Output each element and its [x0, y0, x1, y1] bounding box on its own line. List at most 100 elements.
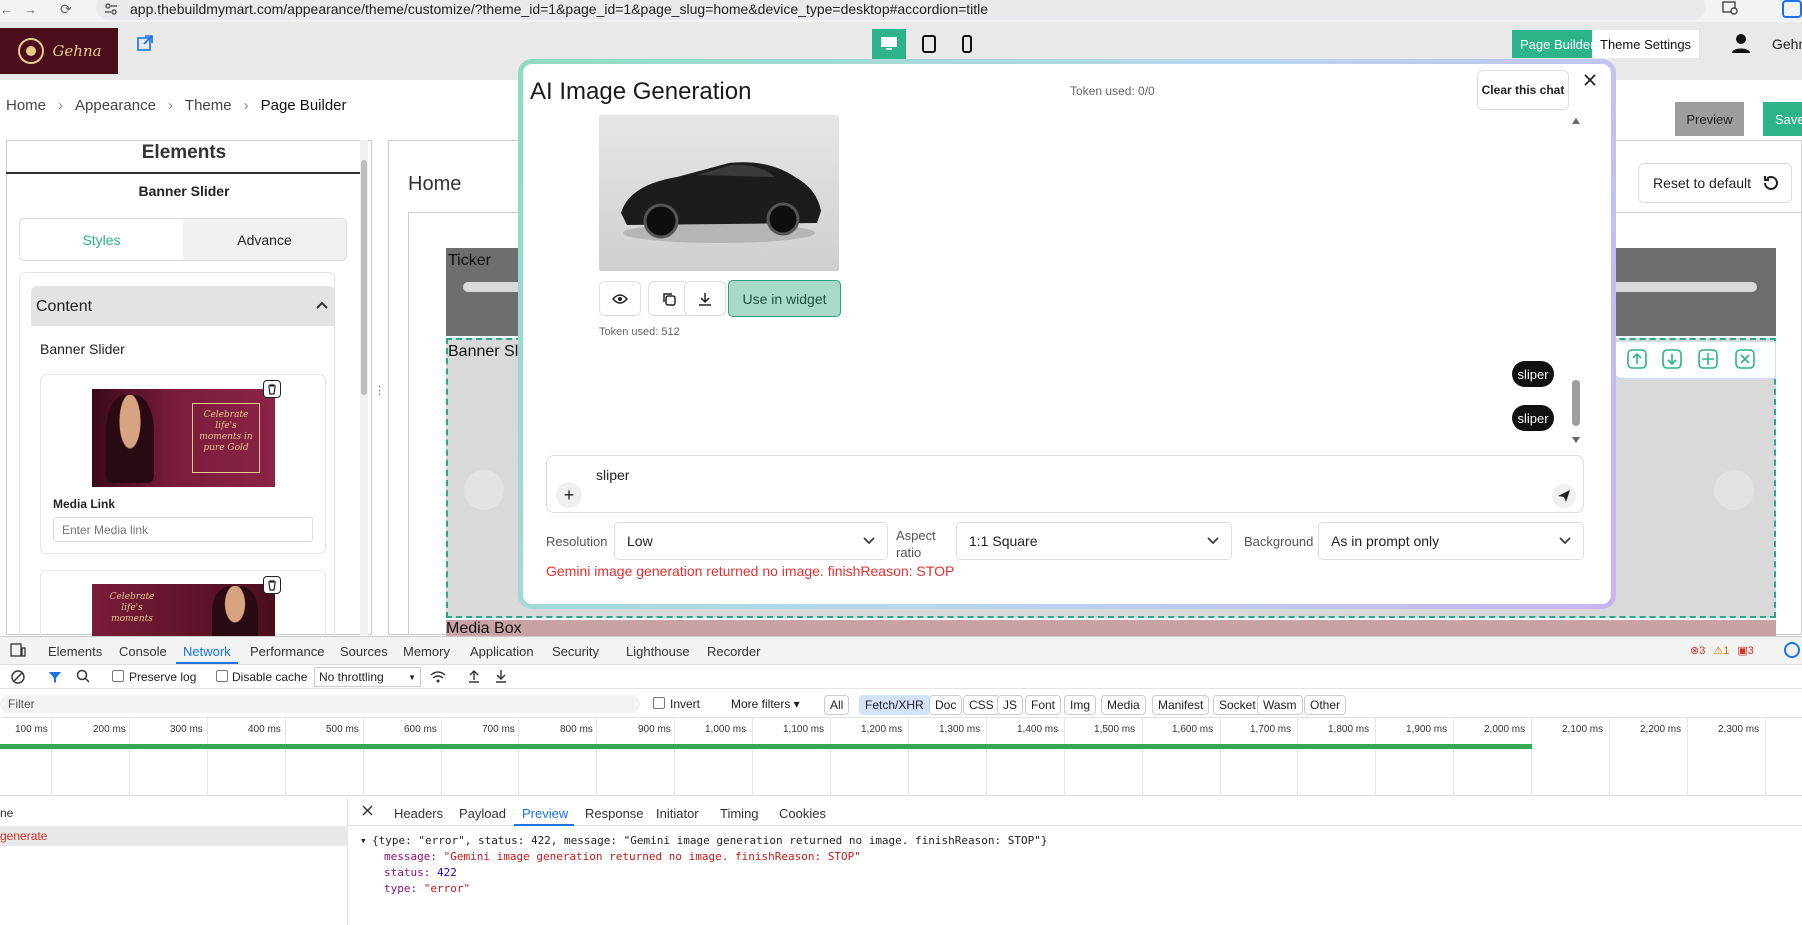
url-text[interactable]: app.thebuildmymart.com/appearance/theme/… — [130, 1, 988, 17]
prompt-input-text[interactable]: sliper — [596, 467, 629, 483]
network-conditions-icon[interactable] — [430, 670, 446, 684]
devtools-tab-elements[interactable]: Elements — [48, 644, 102, 659]
filter-chip-js[interactable]: JS — [997, 695, 1024, 715]
slider-prev-button[interactable] — [464, 470, 504, 510]
response-tab-headers[interactable]: Headers — [394, 806, 443, 821]
chat-scrollbar-thumb[interactable] — [1572, 380, 1580, 426]
view-image-button[interactable] — [599, 281, 641, 316]
export-har-icon[interactable] — [495, 669, 507, 683]
invert-checkbox[interactable] — [653, 697, 665, 709]
search-icon[interactable] — [76, 669, 90, 683]
filter-chip-manifest[interactable]: Manifest — [1152, 695, 1210, 715]
response-tab-payload[interactable]: Payload — [459, 806, 506, 821]
filter-chip-font[interactable]: Font — [1025, 695, 1062, 715]
filter-chip-img[interactable]: Img — [1064, 695, 1097, 715]
response-tab-timing[interactable]: Timing — [720, 806, 759, 821]
filter-chip-doc[interactable]: Doc — [929, 695, 963, 715]
clear-log-icon[interactable] — [11, 670, 25, 684]
generated-image[interactable] — [599, 115, 839, 271]
more-filters-button[interactable]: More filters ▾ — [731, 697, 800, 711]
devtools-tab-security[interactable]: Security — [552, 644, 599, 659]
reload-icon[interactable]: ⟳ — [60, 1, 72, 18]
site-info-icon[interactable] — [104, 2, 118, 16]
devtools-tab-recorder[interactable]: Recorder — [707, 644, 760, 659]
devtools-tab-memory[interactable]: Memory — [403, 644, 450, 659]
devtools-tab-console[interactable]: Console — [119, 644, 167, 659]
resolution-select[interactable]: Low — [614, 522, 888, 560]
devtools-tab-performance[interactable]: Performance — [250, 644, 324, 659]
throttling-select[interactable]: No throttling ▼ — [314, 667, 421, 687]
page-builder-button[interactable]: Page Builder — [1512, 30, 1603, 58]
chevron-up-icon[interactable] — [316, 300, 328, 310]
reset-default-button[interactable]: Reset to default — [1638, 163, 1792, 203]
back-icon[interactable]: ← — [0, 2, 13, 17]
attach-plus-icon[interactable]: + — [556, 482, 582, 508]
screen-search-icon[interactable] — [1722, 1, 1740, 17]
use-in-widget-button[interactable]: Use in widget — [728, 280, 841, 317]
breadcrumb-home[interactable]: Home — [6, 97, 46, 114]
filter-chip-all[interactable]: All — [824, 695, 850, 715]
devtools-tab-sources[interactable]: Sources — [340, 644, 388, 659]
breadcrumb-theme[interactable]: Theme — [185, 97, 232, 114]
close-icon[interactable] — [1582, 72, 1598, 88]
user-icon[interactable] — [1730, 32, 1752, 54]
breadcrumb-appearance[interactable]: Appearance — [75, 97, 156, 114]
filter-chip-media[interactable]: Media — [1101, 695, 1146, 715]
profile-icon[interactable] — [1782, 0, 1802, 18]
import-har-icon[interactable] — [468, 669, 480, 683]
devtools-tab-lighthouse[interactable]: Lighthouse — [626, 644, 690, 659]
devtools-tab-network[interactable]: Network — [183, 644, 231, 659]
response-tab-response[interactable]: Response — [585, 806, 644, 821]
filter-chip-socket[interactable]: Socket — [1213, 695, 1262, 715]
move-up-icon[interactable] — [1627, 349, 1647, 369]
device-toolbar-icon[interactable] — [10, 643, 26, 657]
filter-funnel-icon[interactable] — [48, 670, 62, 684]
settings-icon[interactable] — [1784, 642, 1800, 658]
mobile-device-button[interactable] — [950, 29, 984, 59]
preview-summary[interactable]: {type: "error", status: 422, message: "G… — [372, 834, 1048, 847]
scroll-up-icon[interactable] — [1571, 117, 1581, 125]
filter-input[interactable] — [0, 695, 640, 713]
tab-styles[interactable]: Styles — [20, 219, 183, 260]
background-select[interactable]: As in prompt only — [1318, 522, 1584, 560]
remove-widget-icon[interactable] — [1735, 349, 1755, 369]
aspect-ratio-select[interactable]: 1:1 Square — [956, 522, 1232, 560]
devtools-tab-application[interactable]: Application — [470, 644, 534, 659]
save-button[interactable]: Save — [1763, 102, 1802, 136]
theme-settings-button[interactable]: Theme Settings — [1592, 30, 1700, 58]
brand-logo[interactable]: Gehna — [0, 28, 118, 74]
external-link-icon[interactable] — [136, 34, 154, 52]
tab-advance[interactable]: Advance — [183, 219, 346, 260]
user-name[interactable]: Gehn — [1772, 36, 1802, 52]
request-name[interactable]: generate — [0, 829, 47, 843]
preserve-log-checkbox[interactable] — [112, 670, 124, 682]
slider-next-button[interactable] — [1714, 470, 1754, 510]
move-down-icon[interactable] — [1662, 349, 1682, 369]
scroll-down-icon[interactable] — [1571, 436, 1581, 444]
response-tab-initiator[interactable]: Initiator — [656, 806, 699, 821]
forward-icon[interactable]: → — [24, 2, 37, 17]
expand-triangle-icon[interactable]: ▾ — [360, 834, 367, 847]
response-tab-preview[interactable]: Preview — [522, 806, 568, 821]
selected-request-row[interactable] — [0, 826, 348, 846]
filter-chip-other[interactable]: Other — [1304, 695, 1347, 715]
trash-icon[interactable] — [263, 380, 281, 398]
clear-chat-button[interactable]: Clear this chat — [1477, 70, 1569, 110]
drag-move-icon[interactable] — [1698, 349, 1718, 369]
response-tab-cookies[interactable]: Cookies — [779, 806, 826, 821]
disable-cache-checkbox[interactable] — [216, 670, 228, 682]
panel-scrollbar-thumb[interactable] — [361, 160, 367, 395]
tablet-device-button[interactable] — [912, 29, 946, 59]
media-link-input[interactable] — [53, 517, 313, 542]
prompt-input-box[interactable] — [546, 455, 1584, 513]
trash-icon[interactable] — [263, 576, 281, 594]
close-details-icon[interactable] — [362, 805, 373, 816]
send-icon[interactable] — [1552, 484, 1576, 508]
desktop-device-button[interactable] — [872, 29, 906, 59]
filter-chip-css[interactable]: CSS — [963, 695, 1000, 715]
devtools-status-counts[interactable]: ⊗3 ⚠1 ▣3 — [1690, 644, 1754, 657]
filter-chip-fetch-xhr[interactable]: Fetch/XHR — [859, 695, 930, 715]
preview-button[interactable]: Preview — [1675, 102, 1744, 136]
filter-chip-wasm[interactable]: Wasm — [1257, 695, 1303, 715]
media-box-widget[interactable] — [446, 620, 1776, 636]
